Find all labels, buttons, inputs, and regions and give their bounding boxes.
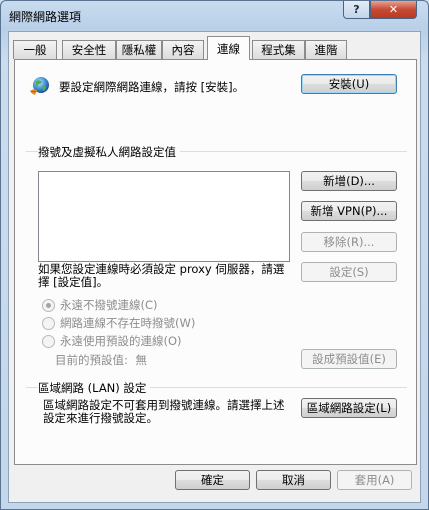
proxy-instruction-text: 如果您設定連線時必須設定 proxy 伺服器，請選擇 [設定值]。 bbox=[38, 262, 285, 289]
radio-indicator bbox=[42, 316, 55, 330]
setup-instruction-text: 要設定網際網路連線，請按 [安裝]。 bbox=[59, 80, 245, 94]
add-connection-button[interactable]: 新增(D)... bbox=[301, 171, 397, 191]
proxy-settings-button[interactable]: 設定(S) bbox=[301, 262, 397, 282]
radio-indicator bbox=[42, 334, 55, 348]
radio-never-dial[interactable]: 永遠不撥號連線(C) bbox=[42, 297, 158, 313]
add-vpn-button[interactable]: 新增 VPN(P)... bbox=[301, 201, 397, 221]
set-default-button[interactable]: 設成預設值(E) bbox=[301, 349, 397, 369]
tab-strip: 一般 安全性 隱私權 內容 連線 程式集 進階 bbox=[9, 36, 420, 60]
dialog-client-area: 一般 安全性 隱私權 內容 連線 程式集 進階 要設定網際網路連線，請按 [安裝… bbox=[8, 31, 421, 503]
lan-section-heading: 區域網路 (LAN) 設定 bbox=[38, 380, 151, 396]
title-bar[interactable]: 網際網路選項 ? ✕ bbox=[1, 1, 428, 29]
remove-connection-button[interactable]: 移除(R)... bbox=[301, 232, 397, 252]
current-default-value: 無 bbox=[135, 353, 148, 367]
lan-instruction-text: 區域網路設定不可套用到撥號連線。請選擇上述設定來進行撥號設定。 bbox=[43, 398, 285, 425]
tab-connections[interactable]: 連線 bbox=[207, 36, 250, 60]
globe-network-icon bbox=[30, 77, 49, 95]
dialup-connections-list[interactable] bbox=[38, 171, 290, 262]
window-title: 網際網路選項 bbox=[9, 10, 82, 24]
tab-privacy[interactable]: 隱私權 bbox=[116, 40, 162, 59]
dialup-section-heading: 撥號及虛擬私人網路設定值 bbox=[38, 144, 180, 160]
help-button[interactable]: ? bbox=[343, 1, 370, 19]
radio-always-dial-default[interactable]: 永遠使用預設的連線(O) bbox=[42, 333, 182, 349]
tab-advanced[interactable]: 進階 bbox=[305, 40, 347, 59]
tab-programs[interactable]: 程式集 bbox=[252, 40, 305, 59]
radio-label: 永遠不撥號連線(C) bbox=[60, 298, 158, 312]
help-icon: ? bbox=[353, 3, 360, 16]
setup-button[interactable]: 安裝(U) bbox=[301, 74, 397, 94]
cancel-button[interactable]: 取消 bbox=[256, 470, 331, 490]
radio-label: 永遠使用預設的連線(O) bbox=[60, 334, 182, 348]
current-default-row: 目前的預設值: 無 bbox=[55, 352, 147, 368]
radio-indicator bbox=[42, 298, 55, 312]
tab-general[interactable]: 一般 bbox=[13, 40, 57, 59]
internet-options-dialog: 網際網路選項 ? ✕ 一般 安全性 隱私權 內容 連線 程式集 進階 要設定網際… bbox=[0, 0, 429, 510]
ok-button[interactable]: 確定 bbox=[175, 470, 250, 490]
current-default-label: 目前的預設值: bbox=[55, 353, 128, 367]
connections-panel: 要設定網際網路連線，請按 [安裝]。 安裝(U) 撥號及虛擬私人網路設定值 新增… bbox=[14, 59, 417, 465]
radio-dial-when-no-network[interactable]: 網路連線不存在時撥號(W) bbox=[42, 315, 195, 331]
close-icon: ✕ bbox=[388, 3, 399, 16]
radio-label: 網路連線不存在時撥號(W) bbox=[60, 316, 196, 330]
lan-settings-button[interactable]: 區域網路設定(L) bbox=[301, 398, 397, 418]
apply-button[interactable]: 套用(A) bbox=[337, 470, 412, 490]
close-button[interactable]: ✕ bbox=[370, 1, 417, 19]
tab-security[interactable]: 安全性 bbox=[62, 40, 116, 59]
tab-content[interactable]: 內容 bbox=[162, 40, 204, 59]
